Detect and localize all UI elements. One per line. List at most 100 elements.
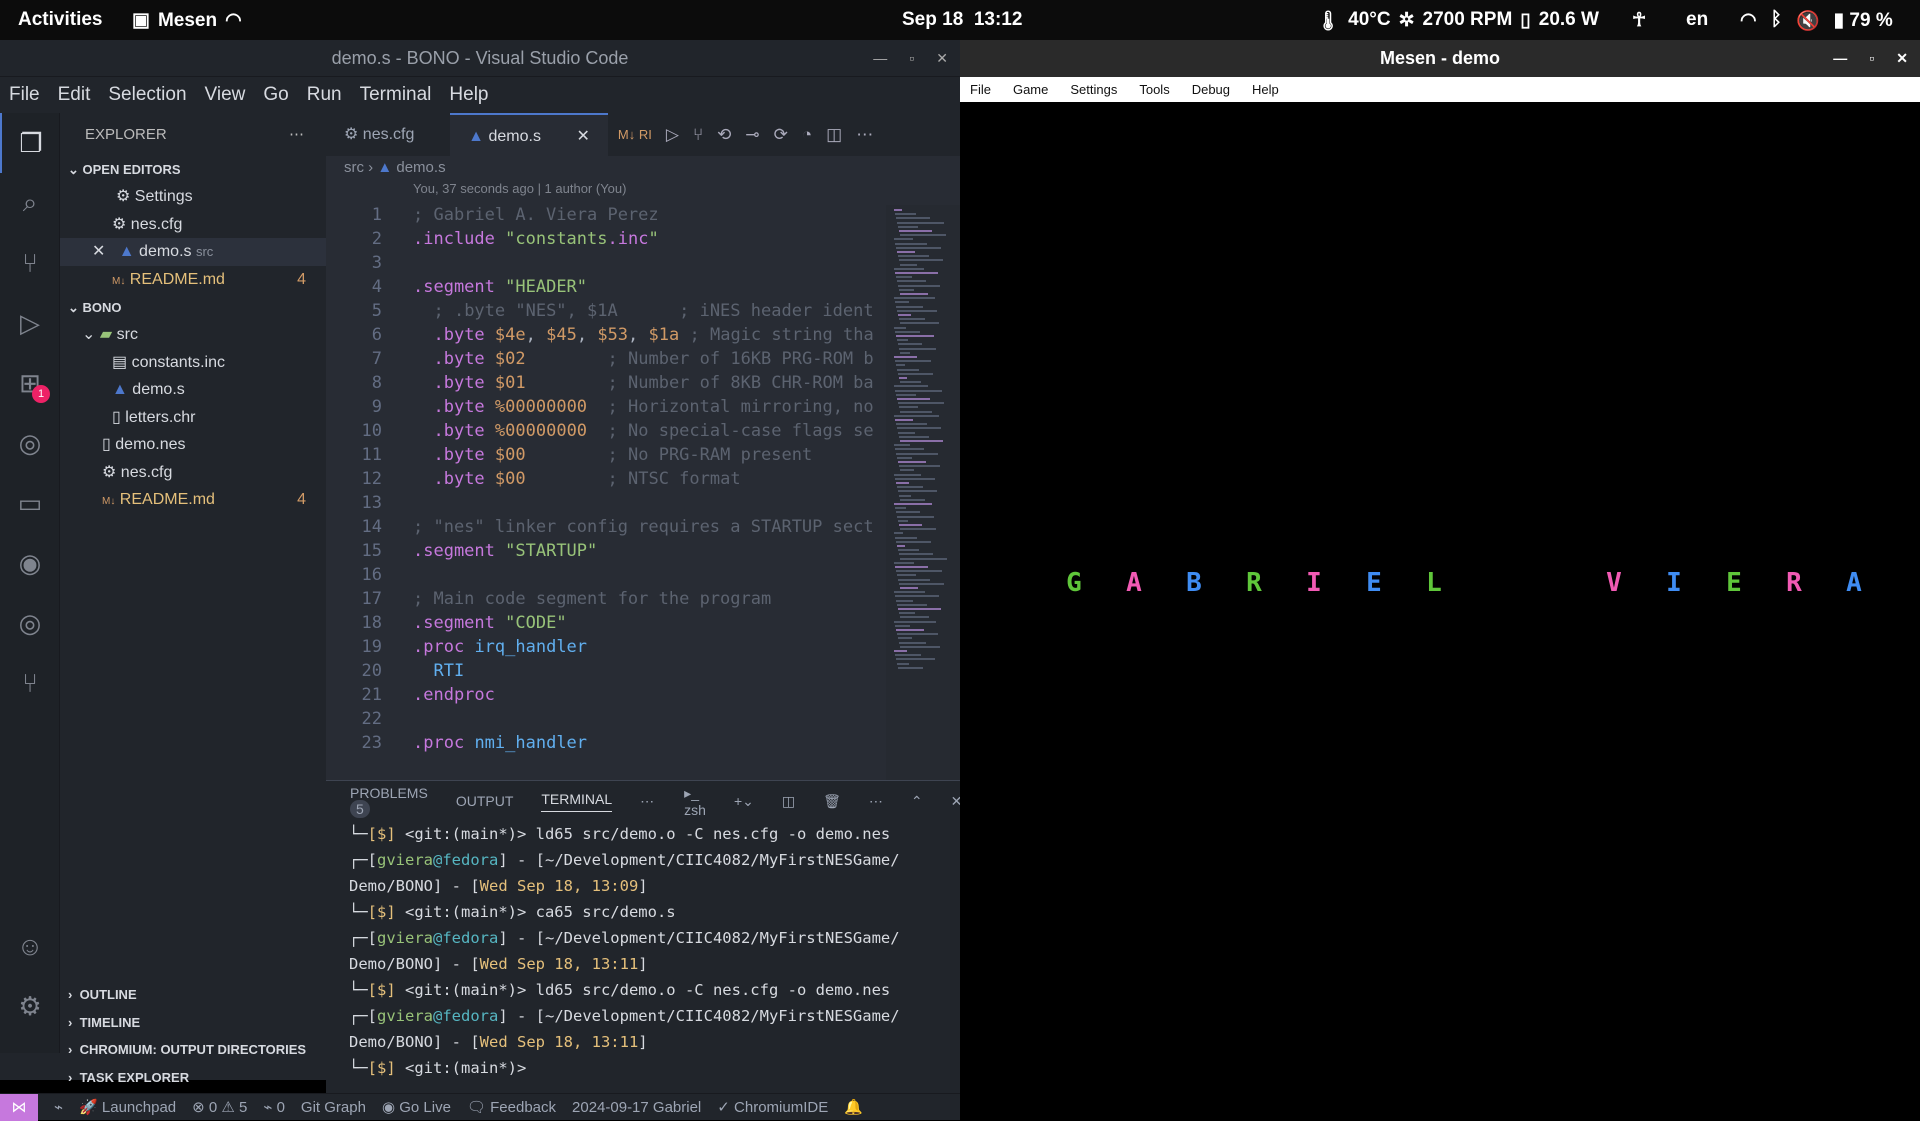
settings-gear-icon[interactable]: ⚙ xyxy=(0,976,60,1036)
app-menu[interactable]: ▣ Mesen ◠ xyxy=(132,9,242,32)
code-line[interactable]: .include "constants.inc" xyxy=(413,229,659,249)
go-back-icon[interactable]: ⟲ xyxy=(717,125,731,145)
git-graph-item[interactable]: Git Graph xyxy=(301,1099,366,1116)
tree-file-readme[interactable]: M↓ README.md 4 xyxy=(60,486,326,514)
close-tab-icon[interactable]: ✕ xyxy=(577,128,590,145)
tab-output[interactable]: OUTPUT xyxy=(456,793,514,809)
source-control-icon[interactable]: ⑂ xyxy=(0,233,60,293)
open-editor-demo-s[interactable]: ✕ ▲ demo.s src xyxy=(60,238,326,266)
menu-terminal[interactable]: Terminal xyxy=(360,84,432,106)
problems-item[interactable]: ⊗ 0 ⚠ 5 xyxy=(192,1098,247,1116)
open-editor-nes-cfg[interactable]: ⚙ nes.cfg xyxy=(60,211,326,239)
close-icon[interactable]: ✕ xyxy=(936,40,948,77)
history-icon[interactable]: ◔ xyxy=(802,125,812,145)
account-icon[interactable]: ☺ xyxy=(0,916,60,976)
code-line[interactable]: .byte $00 ; NTSC format xyxy=(413,469,740,489)
git-branch-icon[interactable]: ⑂ xyxy=(693,125,703,145)
maximize-icon[interactable]: ▫ xyxy=(1869,40,1874,77)
clock[interactable]: Sep 18 13:12 xyxy=(902,9,1022,31)
system-tray[interactable]: ◠ ᛒ 🔇 ▮ 79 % xyxy=(1740,9,1893,33)
commit-icon[interactable]: ⊸ xyxy=(745,125,759,145)
code-line[interactable]: .segment "STARTUP" xyxy=(413,541,597,561)
chromium-output-section[interactable]: › CHROMIUM: OUTPUT DIRECTORIES xyxy=(60,1036,326,1064)
tab-nes-cfg[interactable]: ⚙ nes.cfg xyxy=(326,113,450,156)
run-icon[interactable]: ▷ xyxy=(666,125,679,145)
notifications-icon[interactable]: 🔔 xyxy=(844,1098,863,1116)
task-explorer-section[interactable]: › TASK EXPLORER xyxy=(60,1064,326,1092)
code-line[interactable]: ; .byte "NES", $1A ; iNES header ident xyxy=(413,301,873,321)
activities-button[interactable]: Activities xyxy=(18,9,102,31)
tab-demo-s[interactable]: ▲ demo.s ✕ xyxy=(450,113,608,156)
split-terminal-icon[interactable]: ◫ xyxy=(782,793,795,810)
launchpad-item[interactable]: 🚀 Launchpad xyxy=(79,1098,176,1116)
more-actions-icon[interactable]: ⋯ xyxy=(289,113,304,157)
open-editor-readme[interactable]: M↓ README.md 4 xyxy=(60,266,326,294)
chromium-ide-item[interactable]: ✓ ChromiumIDE xyxy=(717,1098,828,1116)
minimize-icon[interactable]: — xyxy=(1833,40,1847,77)
go-forward-icon[interactable]: ⟳ xyxy=(774,125,788,145)
system-stats[interactable]: 🌡 40°C ✲ 2700 RPM ▯ 20.6 W xyxy=(1316,9,1599,33)
menu-view[interactable]: View xyxy=(205,84,246,106)
tree-file-constants[interactable]: ▤ constants.inc xyxy=(60,349,326,377)
remote-icon[interactable]: ⋈ xyxy=(0,1093,38,1121)
more-actions-icon[interactable]: ⋯ xyxy=(856,125,873,145)
folder-icon[interactable]: ▭ xyxy=(0,473,60,533)
more-views-icon[interactable]: ⋯ xyxy=(640,793,654,810)
minimize-icon[interactable]: — xyxy=(873,40,887,77)
menu-run[interactable]: Run xyxy=(307,84,342,106)
code-line[interactable]: .proc irq_handler xyxy=(413,637,587,657)
terminal-output[interactable]: └─[$] <git:(main*)> ld65 src/demo.o -C n… xyxy=(326,821,960,1081)
feedback-item[interactable]: 🗨 Feedback xyxy=(467,1098,556,1116)
breadcrumb-item[interactable]: src xyxy=(344,159,364,176)
blame-item[interactable]: 2024-09-17 Gabriel xyxy=(572,1099,701,1116)
breadcrumb-item[interactable]: demo.s xyxy=(396,159,445,176)
tree-file-demo-nes[interactable]: ▯ demo.nes xyxy=(60,431,326,459)
open-editors-section[interactable]: ⌄ OPEN EDITORS xyxy=(60,157,326,183)
menu-go[interactable]: Go xyxy=(263,84,288,106)
code-editor[interactable]: 1 ; Gabriel A. Viera Perez 2 .include "cons… xyxy=(326,205,886,780)
tab-terminal[interactable]: TERMINAL xyxy=(541,791,613,812)
code-line[interactable]: ; "nes" linker config requires a STARTUP… xyxy=(413,517,874,537)
menu-file[interactable]: File xyxy=(970,82,991,97)
close-icon[interactable]: ✕ xyxy=(1896,40,1908,77)
code-line[interactable]: .endproc xyxy=(413,685,495,705)
code-line[interactable]: RTI xyxy=(413,661,464,681)
new-terminal-icon[interactable]: +⌄ xyxy=(734,793,754,810)
chromium-icon[interactable]: ◉ xyxy=(0,533,60,593)
git-graph-icon[interactable]: ⑂ xyxy=(0,653,60,713)
menu-file[interactable]: File xyxy=(9,84,40,106)
code-line[interactable]: .proc nmi_handler xyxy=(413,733,587,753)
accessibility-icon[interactable]: ☥ xyxy=(1632,9,1646,32)
timeline-section[interactable]: › TIMELINE xyxy=(60,1009,326,1037)
menu-tools[interactable]: Tools xyxy=(1139,82,1169,97)
tab-problems[interactable]: PROBLEMS 5 xyxy=(350,785,428,818)
tree-file-letters[interactable]: ▯ letters.chr xyxy=(60,404,326,432)
ports-item[interactable]: ⌁ 0 xyxy=(263,1098,285,1116)
maximize-icon[interactable]: ▫ xyxy=(909,40,914,77)
outline-section[interactable]: › OUTLINE xyxy=(60,981,326,1009)
tree-file-nes-cfg[interactable]: ⚙ nes.cfg xyxy=(60,459,326,487)
split-editor-icon[interactable]: ◫ xyxy=(826,125,842,145)
maximize-panel-icon[interactable]: ⌃ xyxy=(911,793,923,810)
code-line[interactable]: .byte $4e, $45, $53, $1a ; Magic string … xyxy=(413,325,873,345)
tree-file-demo-s[interactable]: ▲ demo.s xyxy=(60,376,326,404)
code-line[interactable]: ; Main code segment for the program xyxy=(413,589,771,609)
code-line[interactable]: .byte $02 ; Number of 16KB PRG-ROM b xyxy=(413,349,873,369)
minimap[interactable] xyxy=(886,205,960,780)
menu-game[interactable]: Game xyxy=(1013,82,1048,97)
code-line[interactable]: .byte $00 ; No PRG-RAM present xyxy=(413,445,812,465)
open-editor-settings[interactable]: ⚙ Settings xyxy=(60,183,326,211)
run-debug-icon[interactable]: ▷ xyxy=(0,293,60,353)
remote-explorer-icon[interactable]: ◎ xyxy=(0,413,60,473)
live-share-icon[interactable]: ⌁ xyxy=(54,1098,63,1116)
close-editor-icon[interactable]: ✕ xyxy=(92,243,105,260)
trash-icon[interactable]: 🗑 xyxy=(823,793,841,810)
code-line[interactable]: .byte %00000000 ; No special-case flags … xyxy=(413,421,873,441)
explorer-icon[interactable]: ❐ xyxy=(0,113,60,173)
code-line[interactable]: .byte $01 ; Number of 8KB CHR-ROM ba xyxy=(413,373,873,393)
workspace-section[interactable]: ⌄ BONO xyxy=(60,295,326,321)
more-actions-icon[interactable]: ⋯ xyxy=(869,793,883,810)
menu-help[interactable]: Help xyxy=(1252,82,1279,97)
code-line[interactable]: .segment "CODE" xyxy=(413,613,567,633)
git-blame-lens[interactable]: You, 37 seconds ago | 1 author (You) xyxy=(326,180,960,198)
